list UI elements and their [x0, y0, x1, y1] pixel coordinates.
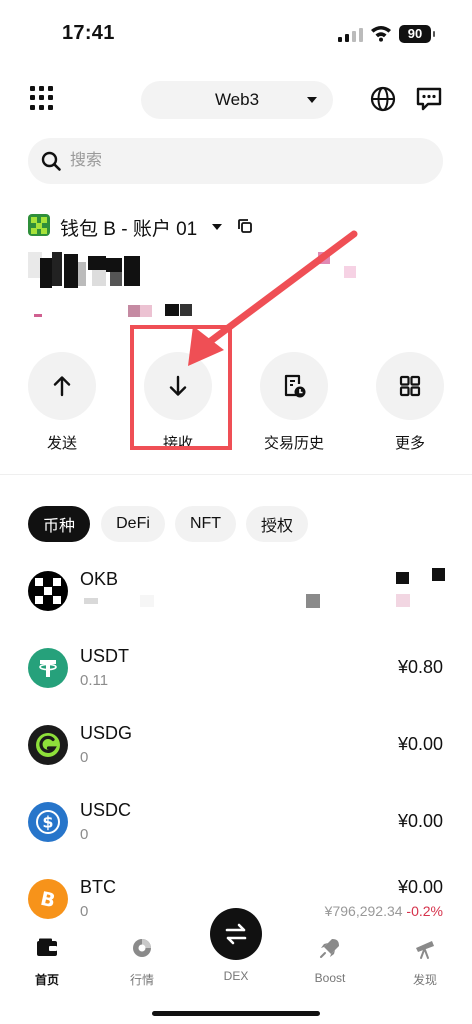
wallet-account-name[interactable]: 钱包 B - 账户 01: [60, 214, 197, 241]
tab-tokens[interactable]: 币种: [28, 506, 90, 542]
token-value: ¥0.00: [397, 811, 443, 831]
dex-button[interactable]: [210, 908, 262, 960]
nav-boost-label: Boost: [314, 971, 346, 985]
divider: [0, 474, 472, 475]
search-bar[interactable]: [28, 138, 443, 184]
nav-market[interactable]: 行情: [112, 936, 172, 988]
token-value: ¥0.80: [397, 657, 443, 677]
send-button[interactable]: 发送: [12, 352, 112, 453]
btc-icon: B: [28, 879, 68, 919]
four-squares-icon: [399, 375, 421, 397]
history-icon: [284, 374, 306, 398]
highlight-box: [130, 325, 232, 450]
token-amount: 0: [80, 903, 89, 920]
battery-indicator: 90: [399, 25, 435, 43]
nav-discover[interactable]: 发现: [395, 936, 455, 988]
market-icon: [133, 939, 151, 957]
search-input[interactable]: [70, 138, 410, 184]
home-indicator: [152, 1011, 320, 1016]
history-label: 交易历史: [263, 435, 324, 452]
svg-text:$: $: [42, 813, 53, 832]
token-price: ¥796,292.34: [324, 903, 403, 919]
token-symbol: OKB: [80, 569, 119, 589]
arrow-up-icon: [53, 376, 71, 397]
globe-icon[interactable]: [369, 85, 397, 113]
nav-home-label: 首页: [34, 973, 59, 987]
apps-grid-icon[interactable]: [30, 86, 54, 110]
nav-home[interactable]: 首页: [17, 936, 77, 988]
network-selector[interactable]: Web3: [141, 81, 333, 119]
usdt-icon: [28, 648, 68, 688]
token-change: -0.2%: [406, 903, 443, 919]
tab-defi[interactable]: DeFi: [101, 506, 165, 542]
status-time: 17:41: [62, 22, 115, 44]
network-label: Web3: [214, 90, 260, 109]
token-symbol: USDC: [80, 800, 132, 820]
svg-text:B: B: [38, 888, 57, 912]
nav-boost[interactable]: Boost: [300, 936, 360, 985]
rocket-icon: [320, 939, 339, 958]
usdg-icon: [28, 725, 68, 765]
history-button[interactable]: 交易历史: [244, 352, 344, 453]
wallet-icon: [37, 938, 57, 956]
token-symbol: USDG: [80, 723, 133, 743]
token-value: ¥0.00: [397, 734, 443, 754]
search-icon: [41, 151, 61, 171]
nav-discover-label: 发现: [412, 973, 437, 987]
okb-icon: [28, 571, 68, 611]
send-label: 发送: [46, 435, 77, 452]
nav-dex-label: DEX: [223, 969, 249, 983]
chevron-down-icon: [307, 97, 317, 103]
token-price-change: ¥796,292.34 -0.2%: [325, 903, 443, 919]
history-circle[interactable]: [260, 352, 328, 420]
tab-approvals[interactable]: 授权: [246, 506, 308, 542]
wifi-icon: [371, 26, 391, 42]
usdc-icon: $: [28, 802, 68, 842]
more-circle[interactable]: [376, 352, 444, 420]
token-amount: 0: [80, 826, 89, 843]
tab-nft[interactable]: NFT: [175, 506, 236, 542]
token-symbol: USDT: [80, 646, 129, 666]
message-icon[interactable]: [415, 86, 443, 112]
nav-market-label: 行情: [129, 973, 154, 987]
token-value: ¥0.00: [397, 877, 443, 897]
cellular-signal-icon: [338, 28, 363, 42]
swap-icon: [225, 923, 247, 945]
telescope-icon: [416, 941, 434, 959]
token-amount: 0.11: [80, 672, 109, 689]
wallet-chevron-down-icon[interactable]: [212, 224, 222, 230]
more-button[interactable]: 更多: [360, 352, 460, 453]
copy-icon[interactable]: [237, 218, 253, 234]
token-symbol: BTC: [80, 877, 116, 897]
more-label: 更多: [394, 435, 425, 452]
wallet-avatar: [28, 214, 50, 236]
token-amount: 0: [80, 749, 89, 766]
send-circle[interactable]: [28, 352, 96, 420]
